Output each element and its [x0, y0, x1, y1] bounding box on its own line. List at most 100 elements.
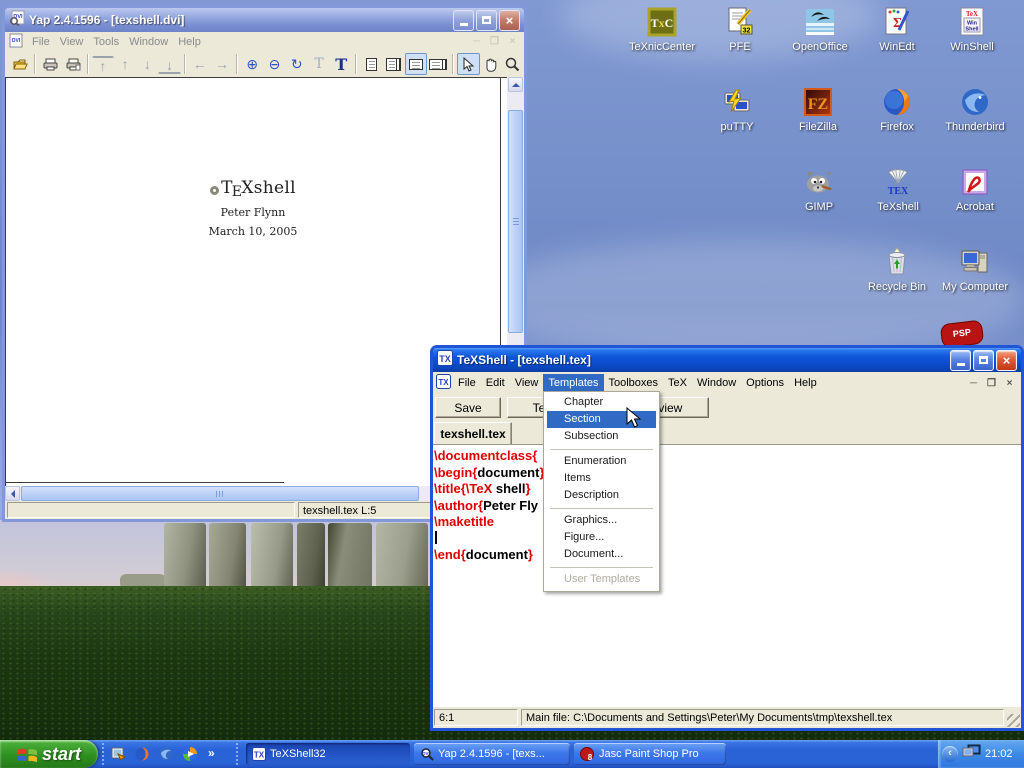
- desktop-icon-winshell[interactable]: TeXWinShell WinShell: [934, 6, 1010, 53]
- menu-help[interactable]: Help: [789, 374, 822, 392]
- print-page-button[interactable]: [61, 53, 83, 75]
- mdi-close-button[interactable]: ×: [505, 35, 520, 48]
- menu-view[interactable]: View: [55, 33, 89, 51]
- desktop-icon-recycle-bin[interactable]: Recycle Bin: [859, 246, 935, 293]
- menu-item-graphics[interactable]: Graphics...: [547, 512, 656, 529]
- menu-window[interactable]: Window: [124, 33, 173, 51]
- back-button[interactable]: ←: [189, 53, 211, 75]
- texshell-statusbar: 6:1 Main file: C:\Documents and Settings…: [433, 707, 1021, 728]
- svg-text:TX: TX: [438, 378, 449, 387]
- menu-view[interactable]: View: [510, 374, 544, 392]
- desktop-icon-acrobat[interactable]: Acrobat: [937, 166, 1013, 213]
- desktop-icon-firefox[interactable]: Firefox: [859, 86, 935, 133]
- text-render-tool[interactable]: T: [330, 53, 352, 75]
- svg-text:TX: TX: [439, 354, 451, 364]
- desktop-icon-putty[interactable]: puTTY: [699, 86, 775, 133]
- desktop-icon-label: Recycle Bin: [859, 281, 935, 293]
- texshell-titlebar[interactable]: TX TeXShell - [texshell.tex] ×: [433, 348, 1021, 372]
- menu-item-items[interactable]: Items: [547, 470, 656, 487]
- desktop-icon-winedt[interactable]: Σ WinEdt: [859, 6, 935, 53]
- mdi-close-button[interactable]: ×: [1002, 377, 1017, 390]
- resize-grip[interactable]: [1007, 714, 1020, 727]
- scroll-up-button[interactable]: [508, 77, 523, 92]
- svg-text:TEX: TEX: [888, 186, 909, 197]
- forward-button[interactable]: →: [211, 53, 233, 75]
- menu-options[interactable]: Options: [741, 374, 789, 392]
- previous-page-button[interactable]: ↑: [114, 53, 136, 75]
- menu-tools[interactable]: Tools: [88, 33, 124, 51]
- horizontal-scroll-thumb[interactable]: [21, 486, 419, 501]
- desktop-icon-label: FileZilla: [780, 121, 856, 133]
- desktop-icon-filezilla[interactable]: FZ FileZilla: [780, 86, 856, 133]
- show-desktop-icon[interactable]: [110, 746, 126, 762]
- mdi-restore-button[interactable]: ❐: [487, 35, 502, 48]
- minimize-button[interactable]: [453, 10, 474, 31]
- magnifier-tool[interactable]: [502, 53, 524, 75]
- refresh-button[interactable]: ↻: [286, 53, 308, 75]
- menu-item-enumeration[interactable]: Enumeration: [547, 453, 656, 470]
- menu-window[interactable]: Window: [692, 374, 741, 392]
- menu-edit[interactable]: Edit: [481, 374, 510, 392]
- hand-pan-tool[interactable]: [480, 53, 502, 75]
- desktop-icon-pfe[interactable]: 32 PFE: [702, 6, 778, 53]
- menu-item-figure[interactable]: Figure...: [547, 529, 656, 546]
- zoom-in-button[interactable]: ⊕: [241, 53, 263, 75]
- tray-display-icon[interactable]: [962, 744, 981, 764]
- next-page-button[interactable]: ↓: [136, 53, 158, 75]
- quicklaunch-firefox-icon[interactable]: [134, 746, 150, 762]
- vertical-scroll-thumb[interactable]: [508, 110, 523, 333]
- text-outline-tool[interactable]: T: [308, 53, 330, 75]
- double-page-width-view-button[interactable]: [427, 53, 449, 75]
- menu-file[interactable]: File: [453, 374, 481, 392]
- first-page-button[interactable]: ↑: [92, 56, 114, 74]
- zoom-out-button[interactable]: ⊖: [263, 53, 285, 75]
- double-page-view-button[interactable]: [383, 53, 405, 75]
- start-button[interactable]: start: [0, 740, 98, 768]
- open-file-button[interactable]: [9, 53, 31, 75]
- quicklaunch-media-player-icon[interactable]: [182, 746, 198, 762]
- toolbar-separator: [34, 54, 36, 74]
- menu-item-user-templates[interactable]: User Templates: [547, 571, 656, 588]
- maximize-button[interactable]: [973, 350, 994, 371]
- single-page-view-button[interactable]: [360, 53, 382, 75]
- menu-item-subsection[interactable]: Subsection: [547, 428, 656, 445]
- texshell-doc-icon: TX: [436, 374, 451, 392]
- yap-titlebar[interactable]: DVI Yap 2.4.1596 - [texshell.dvi] ×: [5, 8, 524, 32]
- desktop-icon-texniccenter[interactable]: TxC TeXnicCenter: [624, 6, 700, 53]
- menu-item-document[interactable]: Document...: [547, 546, 656, 563]
- maximize-button[interactable]: [476, 10, 497, 31]
- desktop-icon-gimp[interactable]: GIMP: [781, 166, 857, 213]
- save-button[interactable]: Save: [435, 397, 501, 418]
- page-width-view-button[interactable]: [405, 53, 427, 75]
- svg-text:Shell: Shell: [965, 27, 979, 33]
- editor-area[interactable]: \documentclass{ \begin{document} \title{…: [433, 444, 1021, 707]
- menu-item-description[interactable]: Description: [547, 487, 656, 504]
- scroll-left-button[interactable]: [5, 486, 20, 501]
- task-button-paint-shop-pro[interactable]: 8 Jasc Paint Shop Pro: [574, 743, 726, 765]
- minimize-button[interactable]: [950, 350, 971, 371]
- status-panel-empty: [7, 502, 295, 518]
- desktop-icon-texshell[interactable]: TEX TeXshell: [860, 166, 936, 213]
- desktop-icon-my-computer[interactable]: My Computer: [937, 246, 1013, 293]
- tab-texshell-tex[interactable]: texshell.tex: [434, 422, 512, 445]
- menu-templates[interactable]: Templates: [543, 374, 603, 392]
- desktop-icon-openoffice[interactable]: OpenOffice: [782, 6, 858, 53]
- close-button[interactable]: ×: [499, 10, 520, 31]
- mdi-restore-button[interactable]: ❐: [984, 377, 999, 390]
- mdi-minimize-button[interactable]: ─: [469, 35, 484, 48]
- select-arrow-tool[interactable]: [457, 53, 479, 75]
- task-button-texshell32[interactable]: TX TeXShell32: [246, 743, 410, 765]
- menu-tex[interactable]: TeX: [663, 374, 692, 392]
- mdi-minimize-button[interactable]: ─: [966, 377, 981, 390]
- desktop-icon-thunderbird[interactable]: Thunderbird: [937, 86, 1013, 133]
- menu-help[interactable]: Help: [173, 33, 206, 51]
- menu-toolboxes[interactable]: Toolboxes: [604, 374, 664, 392]
- print-button[interactable]: [39, 53, 61, 75]
- last-page-button[interactable]: ↓: [158, 56, 180, 74]
- tray-collapse-chevron[interactable]: ‹: [942, 746, 958, 762]
- quicklaunch-overflow-chevron[interactable]: »: [208, 746, 215, 760]
- quicklaunch-thunderbird-icon[interactable]: [158, 746, 174, 762]
- menu-file[interactable]: File: [27, 33, 55, 51]
- task-button-yap[interactable]: DVI Yap 2.4.1596 - [texs...: [414, 743, 570, 765]
- close-button[interactable]: ×: [996, 350, 1017, 371]
